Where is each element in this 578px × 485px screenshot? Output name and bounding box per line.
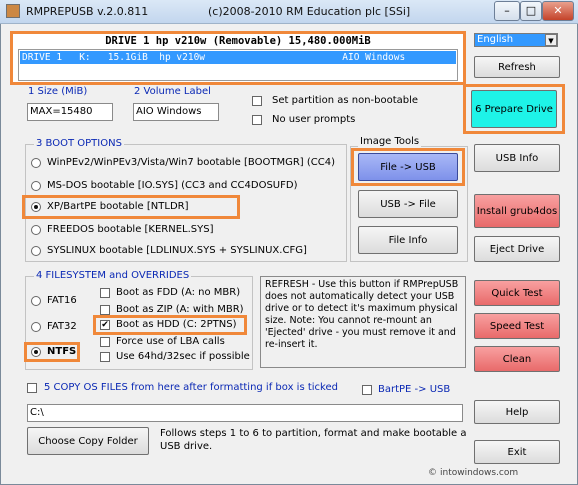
no-prompts-label: No user prompts	[272, 114, 356, 125]
minimize-button[interactable]: –	[494, 1, 520, 21]
help-button[interactable]: Help	[474, 400, 560, 424]
usb-to-file-button[interactable]: USB -> File	[358, 190, 458, 218]
override-checkbox-0[interactable]	[100, 288, 110, 298]
size-label: 1 Size (MiB)	[28, 86, 88, 97]
drive-header: DRIVE 1 hp v210w (Removable) 15,480.000M…	[105, 35, 371, 47]
override-checkbox-3[interactable]	[100, 337, 110, 347]
info-text-box: REFRESH - Use this button if RMPrepUSB d…	[260, 276, 466, 368]
drive-list[interactable]: DRIVE 1 K: 15.1GiB hp v210w AIO Windows	[18, 49, 458, 81]
copyright-text: (c)2008-2010 RM Education plc [SSi]	[208, 5, 411, 18]
boot-option-radio-1[interactable]	[31, 181, 41, 191]
boot-option-label-1: MS-DOS bootable [IO.SYS] (CC3 and CC4DOS…	[47, 180, 298, 191]
app-title: RMPREPUSB v.2.0.811	[26, 5, 149, 18]
choose-copy-folder-button[interactable]: Choose Copy Folder	[27, 427, 149, 455]
file-to-usb-button[interactable]: File -> USB	[358, 153, 458, 181]
exit-button[interactable]: Exit	[474, 440, 560, 464]
copy-os-files-label: 5 COPY OS FILES from here after formatti…	[44, 382, 338, 393]
boot-option-label-0: WinPEv2/WinPEv3/Vista/Win7 bootable [BOO…	[47, 157, 335, 168]
fs-radio-ntfs[interactable]	[31, 347, 41, 357]
quick-test-button[interactable]: Quick Test	[474, 280, 560, 306]
install-grub4dos-button[interactable]: Install grub4dos	[474, 194, 560, 228]
usb-info-button[interactable]: USB Info	[474, 144, 560, 172]
copyright-icon: ©	[428, 468, 437, 478]
close-button[interactable]: ✕	[542, 1, 574, 21]
boot-option-radio-4[interactable]	[31, 246, 41, 256]
eject-drive-button[interactable]: Eject Drive	[474, 236, 560, 262]
no-prompts-checkbox[interactable]	[252, 115, 262, 125]
boot-option-label-4: SYSLINUX bootable [LDLINUX.SYS + SYSLINU…	[47, 245, 307, 256]
copy-path-input[interactable]: C:\	[27, 404, 463, 422]
prepare-drive-button[interactable]: 6 Prepare Drive	[471, 90, 557, 128]
override-label-0: Boot as FDD (A: no MBR)	[116, 287, 241, 298]
speed-test-button[interactable]: Speed Test	[474, 313, 560, 339]
non-bootable-checkbox[interactable]	[252, 96, 262, 106]
drive-row-selected[interactable]: DRIVE 1 K: 15.1GiB hp v210w AIO Windows	[20, 51, 456, 64]
fs-radio-fat32[interactable]	[31, 322, 41, 332]
chevron-down-icon[interactable]: ▼	[545, 34, 557, 46]
boot-option-radio-3[interactable]	[31, 225, 41, 235]
clean-button[interactable]: Clean	[474, 346, 560, 372]
override-label-3: Force use of LBA calls	[116, 336, 225, 347]
bartpe-label: BartPE -> USB	[378, 384, 451, 395]
fs-label-ntfs: NTFS	[47, 346, 77, 357]
override-label-1: Boot as ZIP (A: with MBR)	[116, 304, 244, 315]
fs-label-fat16: FAT16	[47, 295, 77, 306]
size-input[interactable]: MAX=15480	[27, 103, 113, 121]
boot-option-label-2: XP/BartPE bootable [NTLDR]	[47, 201, 189, 212]
instructions-text: Follows steps 1 to 6 to partition, forma…	[160, 428, 467, 452]
override-checkbox-4[interactable]	[100, 352, 110, 362]
boot-options-title: 3 BOOT OPTIONS	[34, 138, 124, 149]
watermark-text: intowindows.com	[440, 468, 519, 478]
image-tools-title: Image Tools	[358, 136, 422, 147]
boot-option-radio-0[interactable]	[31, 158, 41, 168]
file-info-button[interactable]: File Info	[358, 226, 458, 254]
fs-label-fat32: FAT32	[47, 321, 77, 332]
filesystem-title: 4 FILESYSTEM and OVERRIDES	[34, 270, 192, 281]
maximize-button[interactable]: □	[520, 1, 542, 21]
volume-label: 2 Volume Label	[134, 86, 211, 97]
title-bar: RMPREPUSB v.2.0.811 (c)2008-2010 RM Educ…	[0, 0, 578, 24]
drive-panel: DRIVE 1 hp v210w (Removable) 15,480.000M…	[10, 31, 466, 85]
override-checkbox-2[interactable]: ✔	[100, 320, 110, 330]
app-icon	[6, 4, 20, 18]
non-bootable-label: Set partition as non-bootable	[272, 95, 419, 106]
boot-option-radio-2[interactable]	[31, 202, 41, 212]
refresh-button[interactable]: Refresh	[474, 56, 560, 78]
fs-radio-fat16[interactable]	[31, 296, 41, 306]
boot-option-label-3: FREEDOS bootable [KERNEL.SYS]	[47, 224, 214, 235]
override-label-4: Use 64hd/32sec if possible	[116, 351, 250, 362]
copy-os-files-checkbox[interactable]	[27, 383, 37, 393]
override-label-2: Boot as HDD (C: 2PTNS)	[116, 319, 237, 330]
override-checkbox-1[interactable]	[100, 305, 110, 315]
bartpe-checkbox[interactable]	[362, 385, 372, 395]
volume-input[interactable]: AIO Windows	[133, 103, 219, 121]
